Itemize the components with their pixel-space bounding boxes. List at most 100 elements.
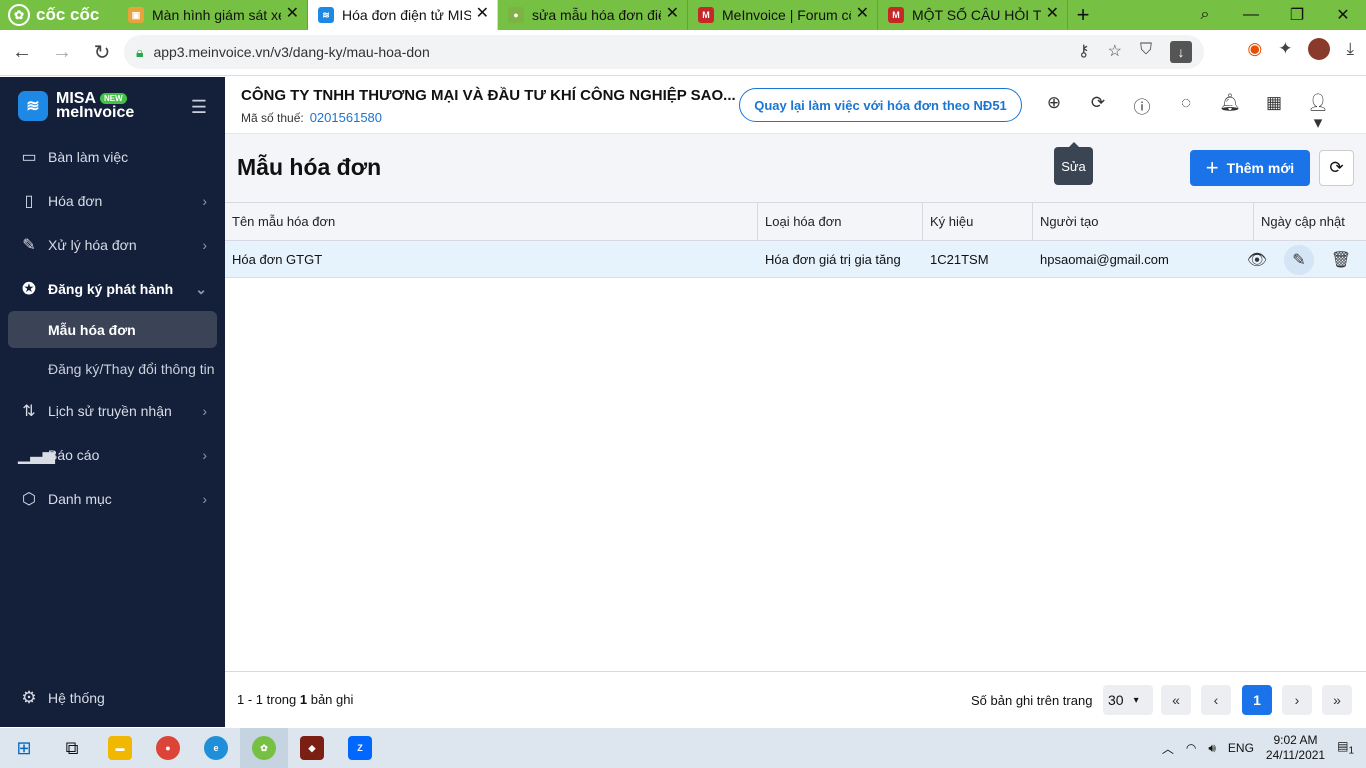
add-circle-icon[interactable]: ⊕ (1043, 93, 1065, 133)
per-page-label: Số bản ghi trên trang (971, 693, 1093, 708)
col-symbol[interactable]: Ký hiệu (923, 203, 1033, 240)
close-window-icon[interactable]: ✕ (1320, 0, 1366, 30)
browser-tab-bar: ✿ cốc cốc ▣ Màn hình giám sát xe ✕ ≋ Hóa… (0, 0, 1366, 30)
browser-tab-0[interactable]: ▣ Màn hình giám sát xe ✕ (118, 0, 308, 30)
current-page-button[interactable]: 1 (1242, 685, 1272, 715)
page-title: Mẫu hóa đơn (237, 154, 382, 180)
close-tab-icon[interactable]: ✕ (666, 6, 679, 22)
document-icon: ▯ (24, 193, 34, 210)
wifi-icon[interactable]: ◠ (1186, 741, 1196, 755)
star-icon[interactable]: ☆ (1108, 41, 1122, 63)
refresh-button[interactable]: ⟳ (1319, 150, 1354, 186)
last-page-button[interactable]: » (1322, 685, 1352, 715)
volume-icon[interactable]: 🔊︎ (1208, 741, 1216, 756)
next-page-button[interactable]: › (1282, 685, 1312, 715)
double-chevron-right-icon: » (1333, 692, 1341, 708)
monitor-icon: ▭ (21, 149, 37, 166)
chrome-taskbar-icon[interactable]: ● (144, 728, 192, 768)
browser-tab-3[interactable]: M MeInvoice | Forum cộ ✕ (688, 0, 878, 30)
profile-avatar[interactable] (1308, 38, 1331, 60)
url-text: app3.meinvoice.vn/v3/dang-ky/mau-hoa-don (153, 44, 430, 60)
sidebar-item-invoices[interactable]: ▯ Hóa đơn › (0, 179, 225, 223)
view-eye-icon[interactable]: 👁︎ (1242, 245, 1272, 275)
sidebar-item-catalog[interactable]: ⬡ Danh mục › (0, 477, 225, 521)
browser-brand[interactable]: ✿ cốc cốc (0, 0, 118, 30)
puzzle-extension-icon[interactable]: ✦ (1278, 39, 1292, 59)
tax-code-value[interactable]: 0201561580 (310, 110, 382, 125)
col-updated-date[interactable]: Ngày cập nhật (1254, 203, 1366, 240)
coccoc-taskbar-icon[interactable]: ✿ (240, 728, 288, 768)
forward-arrow-icon[interactable]: → (44, 35, 80, 71)
browser-tab-1[interactable]: ≋ Hóa đơn điện tử MISA ✕ (308, 0, 498, 30)
key-icon[interactable]: ⚷ (1078, 41, 1090, 63)
add-new-button[interactable]: + Thêm mới (1190, 150, 1310, 186)
download-page-icon[interactable]: ↓ (1170, 41, 1192, 63)
table-row[interactable]: Hóa đơn GTGT Hóa đơn giá trị gia tăng 1C… (225, 241, 1366, 278)
shield-icon[interactable]: ⛉ (1140, 41, 1152, 63)
task-view-icon[interactable]: ⧉ (48, 728, 96, 768)
box-icon: ⬡ (22, 491, 36, 508)
url-bar[interactable]: 🔒︎ app3.meinvoice.vn/v3/dang-ky/mau-hoa-… (124, 35, 1204, 69)
language-indicator[interactable]: ENG (1228, 741, 1254, 755)
first-page-button[interactable]: « (1161, 685, 1191, 715)
sidebar-subitem-register-change[interactable]: Đăng ký/Thay đổi thông tin (0, 348, 225, 389)
help-icon[interactable]: ⓘ (1131, 93, 1153, 133)
user-menu-icon[interactable]: 👤︎▾ (1307, 93, 1329, 133)
tab-search-icon[interactable]: ⌕ (1182, 0, 1228, 30)
clock[interactable]: 9:02 AM 24/11/2021 (1266, 733, 1325, 763)
col-invoice-type[interactable]: Loại hóa đơn (758, 203, 923, 240)
game-taskbar-icon[interactable]: ◆ (288, 728, 336, 768)
downloads-icon[interactable]: ⤓ (1346, 39, 1354, 59)
sidebar-item-process[interactable]: ✎ Xử lý hóa đơn › (0, 223, 225, 267)
sidebar-item-label: Báo cáo (48, 447, 100, 463)
col-template-name[interactable]: Tên mẫu hóa đơn (225, 203, 758, 240)
back-arrow-icon[interactable]: ← (4, 35, 40, 71)
sync-icon[interactable]: ⟳ (1087, 93, 1109, 133)
sidebar-item-history[interactable]: ⇅ Lịch sử truyền nhận › (0, 389, 225, 433)
sidebar-item-system[interactable]: ⚙ Hệ thống (0, 683, 104, 713)
menu-toggle-icon[interactable]: ☰ (191, 97, 207, 118)
edit-pencil-icon[interactable]: ✎ (1284, 245, 1314, 275)
close-tab-icon[interactable]: ✕ (1046, 6, 1059, 22)
bell-icon[interactable]: 🔔︎ (1219, 93, 1241, 133)
map-favicon-icon: ▣ (128, 7, 144, 23)
chevron-down-icon: ▾ (1133, 694, 1139, 706)
edge-taskbar-icon[interactable]: e (192, 728, 240, 768)
prev-page-button[interactable]: ‹ (1201, 685, 1231, 715)
chrome-extension-icon[interactable]: ◉ (1247, 39, 1262, 59)
sidebar-subitem-templates[interactable]: Mẫu hóa đơn (8, 311, 217, 348)
back-to-nd51-button[interactable]: Quay lại làm việc với hóa đơn theo NĐ51 (739, 88, 1022, 122)
windows-start-icon[interactable]: ⊞ (0, 728, 48, 768)
windows-taskbar: ⊞ ⧉ ▬ ● e ✿ ◆ Z ︿ ◠ 🔊︎ ENG 9:02 AM 24/11… (0, 728, 1366, 768)
restore-icon[interactable]: ❐ (1274, 0, 1320, 30)
file-explorer-icon[interactable]: ▬ (96, 728, 144, 768)
delete-trash-icon[interactable]: 🗑︎ (1326, 245, 1356, 275)
close-tab-icon[interactable]: ✕ (286, 6, 299, 22)
tray-chevron-up-icon[interactable]: ︿ (1162, 740, 1174, 757)
per-page-value: 30 (1108, 692, 1124, 708)
reload-icon[interactable]: ↻ (84, 35, 120, 71)
sidebar-item-reports[interactable]: ▁▃▅ Báo cáo › (0, 433, 225, 477)
new-badge: NEW (100, 93, 127, 104)
browser-tab-2[interactable]: ● sửa mẫu hóa đơn điện ✕ (498, 0, 688, 30)
coccoc-icon: ✿ (252, 736, 276, 760)
per-page-select[interactable]: 30 ▾ (1103, 685, 1153, 715)
tab-title: sửa mẫu hóa đơn điện (532, 7, 661, 23)
new-tab-button[interactable]: + (1068, 0, 1098, 30)
close-tab-icon[interactable]: ✕ (856, 6, 869, 22)
chevron-left-icon: ‹ (1213, 692, 1219, 708)
notification-icon[interactable]: ▤1 (1337, 739, 1354, 756)
edge-icon: e (204, 736, 228, 760)
zalo-taskbar-icon[interactable]: Z (336, 728, 384, 768)
chevron-down-icon: ⌄ (195, 280, 207, 297)
sidebar-item-dashboard[interactable]: ▭ Bàn làm việc (0, 135, 225, 179)
chat-icon[interactable]: ◌ (1175, 93, 1197, 133)
coccoc-logo-icon: ✿ (8, 4, 30, 26)
chevron-right-icon: › (202, 237, 207, 253)
browser-tab-4[interactable]: M MỘT SỐ CÂU HỎI TH ✕ (878, 0, 1068, 30)
minimize-icon[interactable]: — (1228, 0, 1274, 30)
sidebar-item-register[interactable]: ✪ Đăng ký phát hành ⌄ (0, 267, 225, 311)
col-creator[interactable]: Người tạo (1033, 203, 1254, 240)
close-tab-icon[interactable]: ✕ (476, 6, 489, 22)
apps-grid-icon[interactable]: ▦ (1263, 93, 1285, 133)
